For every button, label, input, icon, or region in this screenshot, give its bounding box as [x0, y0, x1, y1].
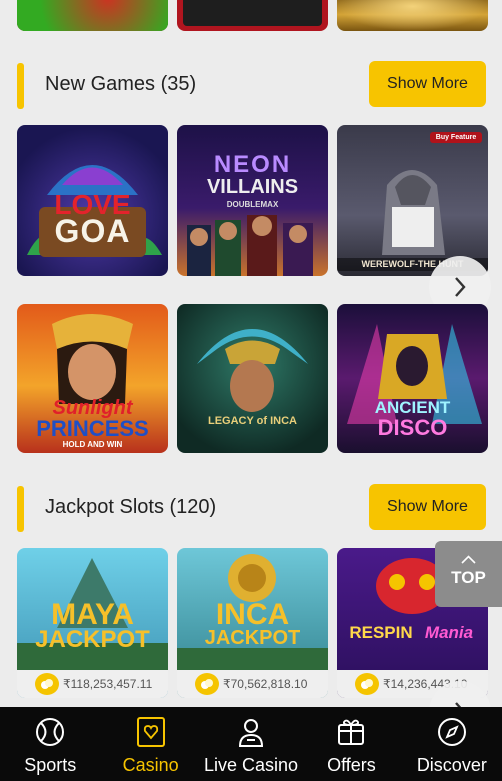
jackpot-amount-bar: ₹118,253,457.11 — [17, 670, 168, 698]
show-more-button[interactable]: Show More — [369, 484, 486, 530]
buy-feature-badge: Buy Feature — [430, 132, 482, 143]
game-tile-ancient-disco[interactable]: ANCIENT DISCO — [337, 304, 488, 453]
nav-item-discover[interactable]: Discover — [402, 707, 502, 781]
section-title: New Games (35) — [45, 73, 197, 95]
game-thumbnail — [337, 0, 488, 31]
nav-label: Discover — [416, 755, 487, 775]
sports-ball-icon — [36, 718, 65, 746]
back-to-top-button[interactable]: TOP — [435, 541, 502, 607]
section-accent-bar — [17, 486, 24, 532]
nav-label: Sports — [24, 755, 77, 775]
nav-item-offers[interactable]: Offers — [301, 707, 401, 781]
game-subtitle: HOLD AND WIN — [62, 440, 123, 449]
game-thumbnail: Buy Feature WEREWOLF-THE HUNT — [337, 125, 488, 276]
game-title-line2: Mania — [424, 623, 474, 642]
nav-item-casino[interactable]: Casino — [100, 707, 200, 781]
coins-icon — [35, 673, 59, 695]
nav-label: Offers — [327, 755, 376, 775]
game-tile-partial-1[interactable] — [17, 0, 168, 31]
game-title-line1: INCA — [215, 598, 290, 631]
game-title-line2: PRINCESS — [36, 416, 149, 441]
game-thumbnail: Sunlight PRINCESS HOLD AND WIN — [17, 304, 168, 453]
game-title-line2: VILLAINS — [206, 176, 299, 198]
game-tile-legacy-of-inca[interactable]: LEGACY of INCA — [177, 304, 328, 453]
game-thumbnail — [183, 0, 322, 26]
game-thumbnail: LOVE GOA — [17, 125, 168, 276]
game-tile-neon-villains[interactable]: NEON VILLAINS DOUBLEMAX — [177, 125, 328, 276]
show-more-button[interactable]: Show More — [369, 61, 486, 107]
game-tile-werewolf[interactable]: Buy Feature WEREWOLF-THE HUNT — [337, 125, 488, 276]
nav-item-sports[interactable]: Sports — [0, 707, 100, 781]
jackpot-amount: ₹70,562,818.10 — [223, 677, 308, 691]
casino-cards-icon — [136, 717, 165, 747]
game-thumbnail: INCA JACKPOT — [177, 548, 328, 670]
bottom-nav: Sports Casino Live Casino Offers Discove… — [0, 707, 502, 781]
game-tile-love-goa[interactable]: LOVE GOA — [17, 125, 168, 276]
game-thumbnail: ANCIENT DISCO — [337, 304, 488, 453]
game-thumbnail: NEON VILLAINS DOUBLEMAX — [177, 125, 328, 276]
nav-label: Casino — [122, 755, 179, 775]
game-thumbnail: MAYA JACKPOT — [17, 548, 168, 670]
game-tile-inca-jackpot[interactable]: INCA JACKPOT ₹70,562,818.10 — [177, 548, 328, 698]
game-title-line2: JACKPOT — [204, 627, 301, 649]
game-title-line2: JACKPOT — [35, 626, 150, 653]
chevron-up-icon — [461, 555, 476, 564]
section-title: Jackpot Slots (120) — [45, 496, 217, 518]
offers-icon — [338, 719, 365, 745]
section-accent-bar — [17, 63, 24, 109]
game-title-line1: NEON — [213, 151, 292, 178]
inca-warrior-icon — [197, 329, 308, 412]
coins-icon — [355, 673, 379, 695]
nav-label: Live Casino — [203, 755, 299, 775]
game-title-line2: GOA — [54, 213, 131, 249]
game-tile-maya-jackpot[interactable]: MAYA JACKPOT ₹118,253,457.11 — [17, 548, 168, 698]
back-to-top-label: TOP — [451, 568, 486, 587]
new-games-header: New Games (35) Show More — [17, 61, 486, 109]
game-title-line1: RESPIN — [349, 623, 413, 642]
game-tile-sunlight-princess[interactable]: Sunlight PRINCESS HOLD AND WIN — [17, 304, 168, 453]
compass-icon — [437, 718, 466, 746]
chevron-right-icon — [455, 277, 466, 297]
jackpot-amount: ₹118,253,457.11 — [63, 677, 153, 691]
game-title: LEGACY of INCA — [207, 415, 298, 427]
jackpot-slots-header: Jackpot Slots (120) Show More — [17, 484, 486, 532]
game-tile-partial-3[interactable] — [337, 0, 488, 31]
game-title-line1: ANCIENT — [374, 398, 451, 417]
game-title-line2: DISCO — [377, 415, 448, 440]
game-tile-partial-2[interactable] — [177, 0, 328, 31]
coins-icon — [195, 673, 219, 695]
jackpot-amount-bar: ₹70,562,818.10 — [177, 670, 328, 698]
nav-item-live-casino[interactable]: Live Casino — [201, 707, 301, 781]
game-thumbnail: LEGACY of INCA — [177, 304, 328, 453]
werewolf-icon — [382, 170, 445, 255]
live-dealer-icon — [239, 719, 264, 747]
game-title-line1: Sunlight — [52, 397, 133, 419]
game-thumbnail — [17, 0, 168, 31]
game-subtitle: DOUBLEMAX — [226, 200, 279, 209]
